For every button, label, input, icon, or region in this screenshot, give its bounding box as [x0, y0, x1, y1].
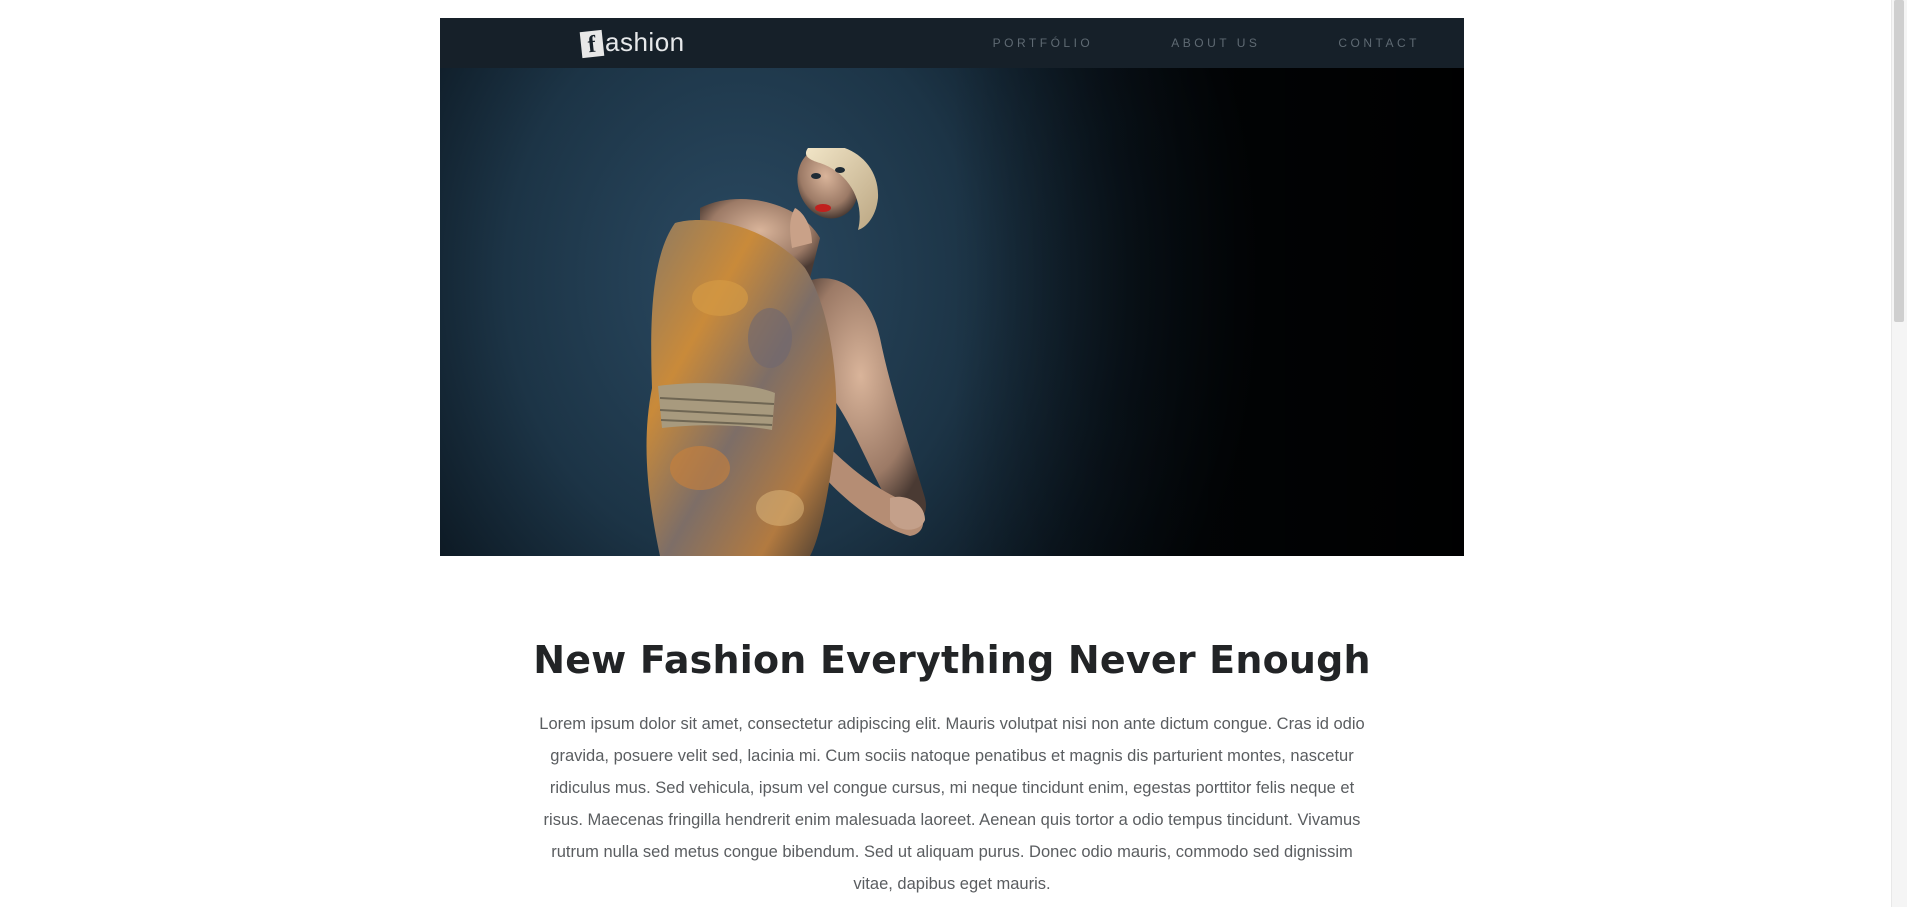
hero-banner: f ashion PORTFÓLIO ABOUT US CONTACT [440, 18, 1464, 556]
hero-model-image [646, 148, 926, 556]
nav-link-contact[interactable]: CONTACT [1338, 36, 1420, 50]
article-title: New Fashion Everything Never Enough [533, 638, 1371, 682]
logo-text: ashion [605, 26, 685, 57]
logo-initial: f [579, 29, 605, 58]
page: f ashion PORTFÓLIO ABOUT US CONTACT New … [0, 0, 1907, 907]
nav-link-portfolio[interactable]: PORTFÓLIO [993, 36, 1094, 50]
main-nav: PORTFÓLIO ABOUT US CONTACT [915, 18, 1464, 68]
page-scrollbar[interactable] [1891, 0, 1907, 907]
article-body: Lorem ipsum dolor sit amet, consectetur … [539, 715, 1365, 893]
top-navbar: f ashion PORTFÓLIO ABOUT US CONTACT [440, 18, 1464, 68]
article-section: New Fashion Everything Never Enough Lore… [440, 556, 1464, 900]
site-logo[interactable]: f ashion [579, 24, 685, 60]
scrollbar-thumb[interactable] [1894, 0, 1904, 322]
nav-link-about-us[interactable]: ABOUT US [1171, 36, 1260, 50]
